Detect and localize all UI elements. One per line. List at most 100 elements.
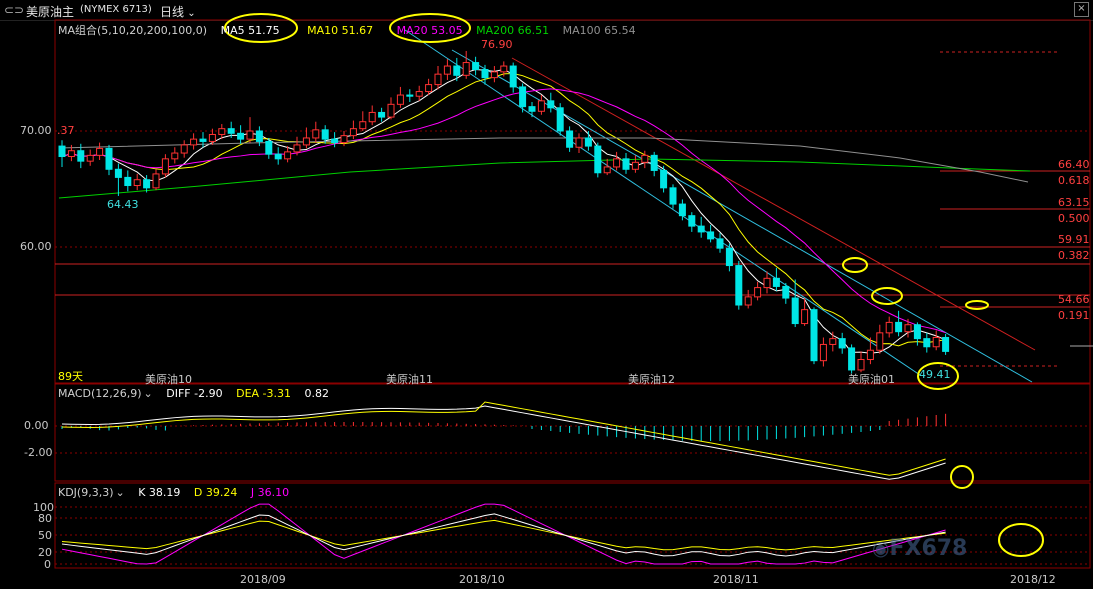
diff-value: DIFF -2.90 (166, 387, 223, 400)
x-label-1: 2018/09 (240, 573, 286, 586)
grid-lines (55, 130, 1090, 565)
highlight-ellipse (842, 257, 868, 273)
candle-body (218, 128, 226, 135)
candle-body (904, 324, 912, 333)
candle-body (67, 150, 75, 158)
dea-value: DEA -3.31 (236, 387, 291, 400)
candle-body (490, 71, 498, 79)
candle-body (660, 169, 668, 189)
macd-value: 0.82 (304, 387, 330, 400)
highlight-ellipse (871, 287, 903, 305)
candle-body (763, 277, 771, 289)
candle-body (866, 349, 874, 361)
candle-body (716, 238, 724, 249)
chart-canvas[interactable] (0, 0, 1093, 589)
ma20-line (61, 88, 946, 334)
fib-ratio-3: 0.382 (1058, 249, 1090, 262)
trend-lines (404, 29, 1036, 383)
candle-body (528, 106, 536, 112)
candle-body (735, 265, 743, 306)
candle-body (650, 154, 658, 171)
candle-body (143, 179, 151, 189)
x-label-4: 2018/12 (1010, 573, 1056, 586)
fib-ratio-1: 0.618 (1058, 174, 1090, 187)
fib-ratio-2: 0.500 (1058, 212, 1090, 225)
candle-body (547, 100, 555, 109)
j-value: J 36.10 (250, 486, 290, 499)
contract-marker-2: 美原油11 (386, 373, 433, 386)
contract-marker-4: 美原油01 (848, 373, 895, 386)
candle-body (415, 91, 423, 97)
candle-body (641, 154, 649, 163)
macd-y-label-1: -2.00 (24, 446, 53, 459)
candle-body (425, 84, 433, 93)
candle-body (613, 158, 621, 168)
candle-body (349, 128, 357, 137)
candle-body (791, 297, 799, 325)
ma-legend: MA组合(5,10,20,200,100,0) MA5 51.75 MA10 5… (58, 22, 646, 38)
candle-body (293, 144, 301, 153)
candle-body (359, 121, 367, 130)
candle-body (265, 140, 273, 155)
candle-body (500, 65, 508, 73)
macd-drawing (61, 401, 947, 480)
candle-body (838, 338, 846, 349)
kdj-legend: KDJ(9,3,3) ⌄ K 38.19 D 39.24 J 36.10 (58, 486, 299, 499)
d-value: D 39.24 (193, 486, 238, 499)
candle-body (340, 135, 348, 144)
fib-price-2: 63.15 (1058, 196, 1090, 209)
candle-body (707, 231, 715, 240)
candle-body (932, 336, 940, 348)
candle-body (688, 215, 696, 227)
dea-line (61, 401, 946, 476)
candle-body (406, 94, 414, 97)
highlight-ellipse (965, 300, 989, 310)
kdj-drawing (61, 503, 946, 565)
candle-body (77, 150, 85, 162)
candle-body (622, 158, 630, 170)
candle-body (537, 100, 545, 112)
candle-body (631, 161, 639, 170)
candle-body (302, 137, 310, 146)
candle-body (885, 321, 893, 334)
candle-body (133, 179, 141, 187)
ma200-line (58, 158, 1031, 199)
globe-icon: ◉ (872, 536, 890, 560)
candle-body (443, 65, 451, 75)
trend-channel-lower (404, 29, 921, 376)
candle-body (114, 168, 122, 178)
moving-averages (58, 68, 1031, 354)
candle-body (312, 129, 320, 139)
x-label-3: 2018/11 (713, 573, 759, 586)
candle-body (237, 132, 245, 140)
candle-body (603, 166, 611, 174)
ma-title[interactable]: MA组合(5,10,20,200,100,0) (58, 24, 207, 37)
kdj-y-label-80: 80 (38, 512, 52, 525)
fib-levels (55, 51, 1093, 367)
candle-body (876, 332, 884, 351)
candle-body (895, 321, 903, 333)
contract-marker-1: 美原油10 (145, 373, 192, 386)
candle-body (331, 138, 339, 144)
candle-body (566, 130, 574, 148)
chevron-down-icon: ⌄ (115, 486, 125, 499)
candle-body (923, 338, 931, 348)
low-label-left: 64.43 (107, 198, 139, 211)
candle-body (321, 129, 329, 140)
candle-body (396, 94, 404, 105)
ma100-value: MA100 65.54 (562, 24, 636, 37)
high-label: 76.90 (481, 38, 513, 51)
candle-body (161, 158, 169, 175)
fib-price-1: 66.40 (1058, 158, 1090, 171)
candle-body (801, 309, 809, 325)
kdj-title[interactable]: KDJ(9,3,3) (58, 486, 114, 499)
ma100-line (58, 137, 1029, 183)
candle-body (152, 173, 160, 189)
d-line (61, 519, 946, 551)
x-label-2: 2018/10 (459, 573, 505, 586)
price-panel-frame (54, 19, 1091, 384)
candle-body (86, 154, 94, 162)
days-label: 89天 (58, 370, 83, 383)
candle-body (782, 285, 790, 299)
macd-title[interactable]: MACD(12,26,9) (58, 387, 142, 400)
